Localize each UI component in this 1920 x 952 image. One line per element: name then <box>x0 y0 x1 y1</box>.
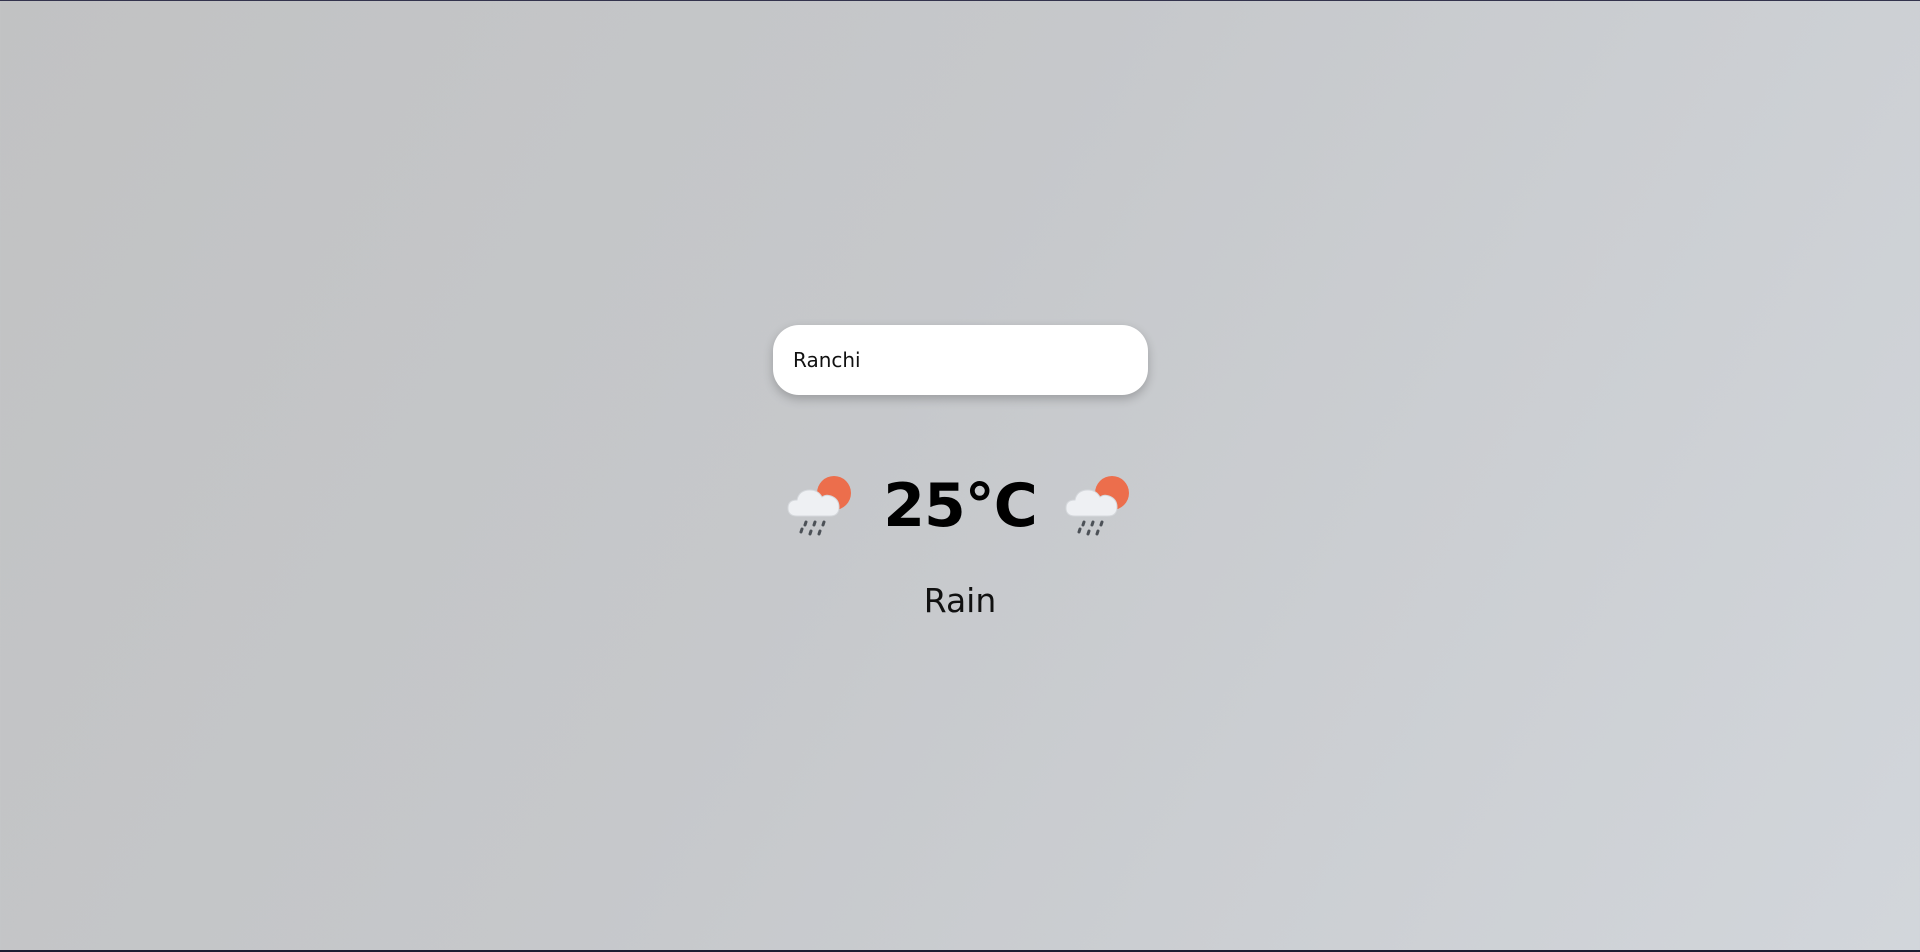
search-input[interactable] <box>773 325 1148 395</box>
weather-condition: Rain <box>923 581 997 620</box>
search-box[interactable] <box>773 325 1148 395</box>
sun-behind-rain-cloud-icon <box>787 476 852 536</box>
weather-app: 25°C Rain <box>0 1 1920 952</box>
weather-summary: 25°C <box>780 466 1140 546</box>
sun-behind-rain-cloud-icon <box>1065 476 1129 536</box>
temperature-value: 25°C <box>883 471 1038 541</box>
